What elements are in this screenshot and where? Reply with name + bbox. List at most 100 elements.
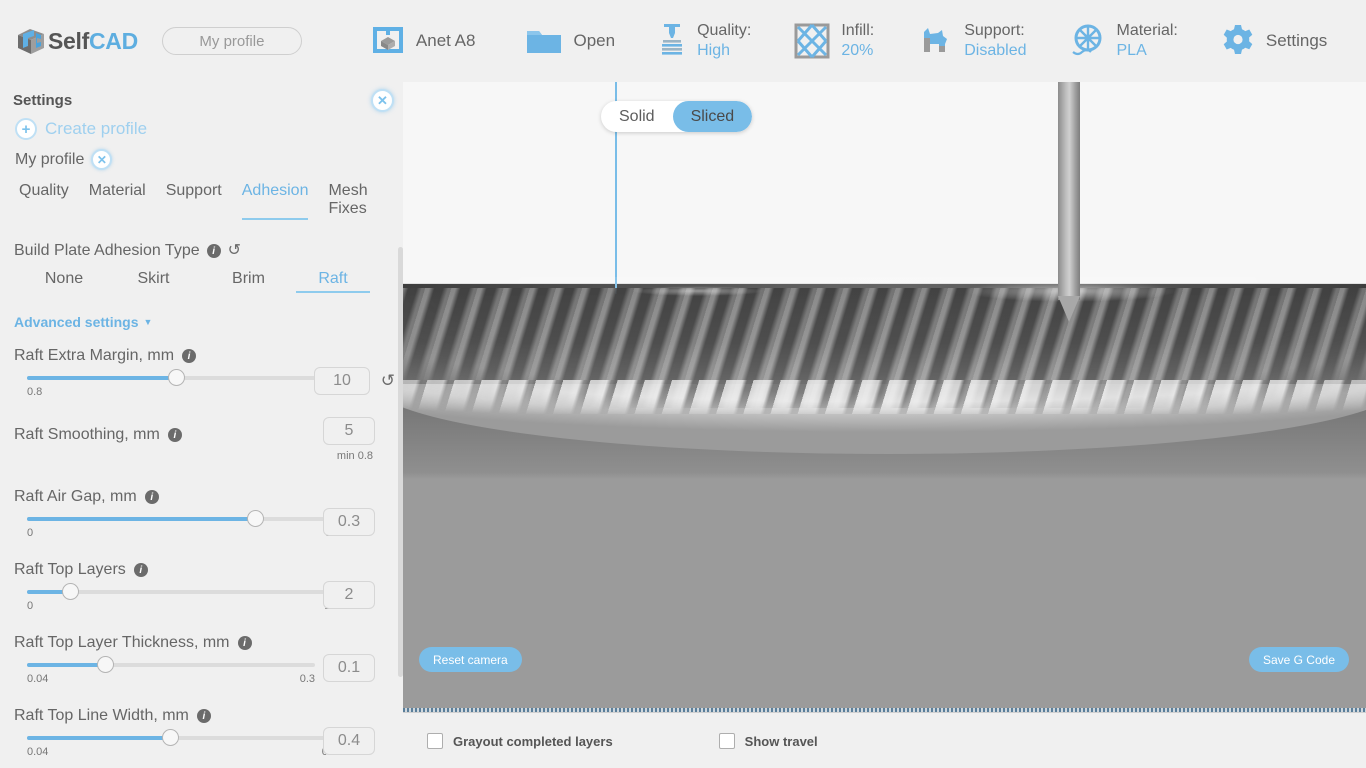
support-dog-icon (924, 28, 948, 52)
adhesion-option-brim[interactable]: Brim (201, 270, 296, 293)
info-icon[interactable]: i (133, 563, 148, 577)
checkbox-show-travel[interactable]: Show travel (718, 733, 818, 749)
param-value-input[interactable]: 0.4 (323, 727, 375, 755)
checkbox-grayout-completed-layers[interactable]: Grayout completed layers (427, 733, 613, 749)
param-value-input[interactable]: 10 (314, 367, 370, 395)
slider-knob[interactable] (161, 729, 179, 746)
my-profile-row: My profile ✕ (15, 149, 403, 170)
raft-rim-lines (403, 380, 1366, 414)
param-label: Raft Top Line Width, mm (14, 707, 189, 724)
param-value-input[interactable]: 0.1 (323, 654, 375, 682)
slider-fill (27, 663, 105, 667)
adhesion-option-raft[interactable]: Raft (296, 270, 370, 293)
slider-raft-top-line-width[interactable]: 0.04 0.8 (27, 729, 337, 759)
param-value-input[interactable]: 0.3 (323, 508, 375, 536)
slider-raft-extra-margin[interactable]: 0.8 20 (27, 369, 337, 399)
open-label: Open (573, 31, 616, 50)
slider-knob[interactable] (167, 369, 185, 386)
info-icon[interactable]: i (196, 709, 211, 723)
tab-material[interactable]: Material (89, 182, 146, 220)
advanced-settings-toggle[interactable]: Advanced settings ▼ (14, 314, 403, 330)
slider-knob[interactable] (62, 583, 80, 600)
selfcad-app: SelfCAD My profile Anet A8 Open Quality:… (0, 0, 1366, 768)
info-icon[interactable]: i (167, 428, 182, 442)
infill-grid-icon (794, 23, 830, 59)
param-raft-smoothing: Raft Smoothing, mm i 5 min 0.8 (0, 417, 403, 482)
category-tabs: Quality Material Support Adhesion Mesh F… (19, 182, 403, 220)
view-mode-sliced[interactable]: Sliced (672, 101, 753, 132)
support-key: Support: (964, 22, 1025, 39)
slider-knob[interactable] (247, 510, 265, 527)
param-label: Raft Extra Margin, mm (14, 347, 175, 364)
tab-adhesion[interactable]: Adhesion (241, 182, 309, 220)
slider-fill (27, 376, 176, 380)
profile-placeholder: My profile (199, 32, 265, 50)
view-options-row: Grayout completed layers Show travel (427, 733, 1366, 749)
create-profile-button[interactable]: + Create profile (15, 118, 403, 140)
app-logo[interactable]: SelfCAD (14, 24, 138, 58)
slider-raft-top-layer-thickness[interactable]: 0.04 0.3 (27, 656, 315, 686)
slider-track[interactable] (27, 510, 340, 527)
param-label: Raft Smoothing, mm (14, 426, 160, 443)
info-icon[interactable]: i (182, 349, 197, 363)
quality-selector[interactable]: Quality: High (651, 11, 757, 71)
param-raft-air-gap: Raft Air Gap, mm i 0 0.4 0.3 (0, 488, 403, 550)
folder-open-icon (527, 31, 562, 53)
adhesion-option-none[interactable]: None (22, 270, 106, 293)
checkbox-icon[interactable] (718, 733, 735, 749)
reset-camera-button[interactable]: Reset camera (419, 647, 522, 672)
tab-support[interactable]: Support (166, 182, 222, 220)
slider-raft-top-layers[interactable]: 0 20 (27, 583, 337, 613)
info-icon[interactable]: i (237, 636, 252, 650)
tab-mesh-fixes[interactable]: Mesh Fixes (328, 182, 403, 220)
slider-knob[interactable] (96, 656, 114, 673)
slider-raft-air-gap[interactable]: 0 0.4 (27, 510, 340, 540)
slider-range: 0 0.4 (27, 527, 340, 540)
printer-selector[interactable]: Anet A8 (364, 11, 482, 71)
param-raft-top-line-width: Raft Top Line Width, mm i 0.04 0.8 0.4 (0, 707, 403, 768)
adhesion-type-options: None Skirt Brim Raft (22, 270, 403, 293)
info-icon[interactable]: i (206, 244, 221, 258)
settings-button[interactable]: Settings (1214, 11, 1333, 71)
3d-viewport[interactable]: Solid Sliced Reset camera Save G Code (403, 82, 1366, 712)
param-label-row: Raft Top Line Width, mm i (14, 707, 403, 725)
close-icon[interactable]: ✕ (91, 149, 113, 170)
slider-track[interactable] (27, 583, 337, 600)
reset-icon[interactable]: ↺ (228, 243, 241, 259)
reset-icon[interactable]: ↺ (381, 371, 395, 391)
param-value-input[interactable]: 5 (323, 417, 375, 445)
slider-track[interactable] (27, 656, 315, 673)
slider-track[interactable] (27, 369, 337, 386)
sliced-model (403, 288, 1366, 480)
settings-sidebar: Settings ✕ + Create profile My profile ✕… (0, 82, 403, 768)
view-mode-toggle: Solid Sliced (601, 101, 753, 132)
infill-key: Infill: (841, 22, 875, 39)
infill-selector[interactable]: Infill: 20% (787, 11, 880, 71)
slider-track[interactable] (27, 729, 337, 746)
param-value-input[interactable]: 2 (323, 581, 375, 609)
adhesion-section-label: Build Plate Adhesion Type i ↺ (14, 242, 403, 260)
profile-input[interactable]: My profile (161, 27, 302, 55)
slider-range: 0 20 (27, 600, 337, 613)
chevron-down-icon: ▼ (143, 317, 153, 327)
slider-min-label: 0.8 (27, 386, 43, 398)
close-icon[interactable]: ✕ (371, 89, 394, 112)
slider-range: 0.8 20 (27, 386, 337, 399)
view-mode-solid[interactable]: Solid (601, 101, 673, 132)
slider-min-label: 0 (27, 527, 34, 539)
support-selector[interactable]: Support: Disabled (910, 11, 1032, 71)
tab-quality[interactable]: Quality (19, 182, 69, 220)
checkbox-icon[interactable] (427, 733, 443, 749)
adhesion-option-skirt[interactable]: Skirt (106, 270, 201, 293)
printer-name: Anet A8 (415, 31, 476, 50)
quality-key: Quality: (697, 22, 752, 39)
slider-range: 0.04 0.8 (27, 746, 337, 759)
sidebar-title: Settings (13, 92, 73, 109)
save-gcode-button[interactable]: Save G Code (1248, 647, 1349, 672)
param-raft-top-layers: Raft Top Layers i 0 20 2 (0, 561, 403, 623)
printer-icon (372, 27, 403, 53)
selfcad-logo-icon (18, 29, 44, 54)
open-button[interactable]: Open (519, 11, 621, 71)
material-selector[interactable]: Material: PLA (1063, 11, 1184, 71)
info-icon[interactable]: i (144, 490, 159, 504)
